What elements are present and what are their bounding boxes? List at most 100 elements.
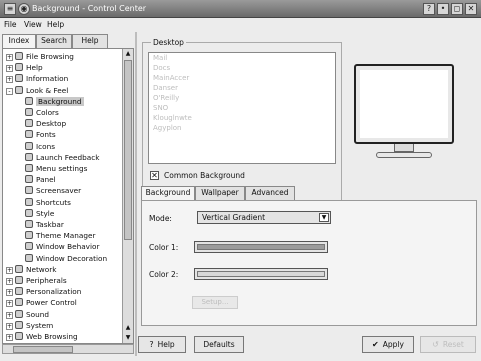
tree-item-label: Fonts bbox=[36, 130, 56, 140]
tab-help[interactable]: Help bbox=[72, 34, 108, 48]
expand-icon[interactable]: + bbox=[6, 278, 13, 285]
close-icon[interactable]: ✕ bbox=[465, 3, 477, 15]
desktop-list-item[interactable]: SNO bbox=[149, 103, 335, 113]
tree-item-taskbar[interactable]: Taskbar bbox=[25, 219, 64, 230]
desktop-list[interactable]: Mail Docs MainAccer Danser O'Reilly SNO Klougl… bbox=[148, 52, 336, 164]
tree-item-menu-settings[interactable]: Menu settings bbox=[25, 163, 87, 174]
expand-icon[interactable]: + bbox=[6, 289, 13, 297]
minimize-icon[interactable]: • bbox=[437, 3, 449, 15]
desktop-list-item[interactable]: Docs bbox=[149, 63, 335, 73]
color1-button[interactable] bbox=[194, 241, 328, 253]
tree-item-window-decoration[interactable]: Window Decoration bbox=[25, 253, 107, 264]
tree-item-fonts[interactable]: Fonts bbox=[25, 129, 56, 140]
module-tree[interactable]: + Web Browsing + System + Sound + Power Control… bbox=[2, 48, 134, 344]
system-icon bbox=[15, 320, 23, 329]
tab-index[interactable]: Index bbox=[2, 34, 36, 49]
expand-icon[interactable]: + bbox=[6, 76, 13, 84]
splitter[interactable] bbox=[135, 32, 137, 356]
scroll-thumb[interactable] bbox=[13, 346, 73, 353]
tree-item-label: Look & Feel bbox=[26, 85, 69, 95]
tree-item-personalization[interactable]: + Personalization bbox=[6, 286, 81, 297]
tree-item-launch-feedback[interactable]: Launch Feedback bbox=[25, 152, 100, 163]
menu-view[interactable]: View bbox=[24, 20, 42, 29]
expand-icon[interactable]: + bbox=[6, 300, 13, 308]
expand-icon[interactable]: + bbox=[6, 322, 13, 330]
tab-wallpaper[interactable]: Wallpaper bbox=[195, 186, 245, 200]
common-background-label[interactable]: Common Background bbox=[164, 171, 245, 180]
tree-horizontal-scrollbar[interactable] bbox=[2, 344, 134, 354]
reset-button[interactable]: ↺ Reset bbox=[420, 336, 476, 353]
tab-background[interactable]: Background bbox=[141, 186, 195, 201]
tree-vertical-scrollbar[interactable]: ▲ ▲ ▼ bbox=[122, 49, 133, 343]
defaults-button[interactable]: Defaults bbox=[194, 336, 244, 353]
desktop-icon bbox=[25, 119, 33, 128]
help-icon: ? bbox=[149, 340, 154, 349]
tree-item-window-behavior[interactable]: Window Behavior bbox=[25, 241, 100, 252]
mode-select[interactable]: Vertical Gradient ▼ bbox=[197, 211, 331, 224]
tree-item-panel[interactable]: Panel bbox=[25, 174, 56, 185]
desktop-list-item[interactable]: O'Reilly bbox=[149, 93, 335, 103]
window-menu-icon[interactable]: ≡ bbox=[4, 3, 16, 15]
color2-button[interactable] bbox=[194, 268, 328, 280]
tree-item-power-control[interactable]: + Power Control bbox=[6, 297, 77, 308]
tree-item-file-browsing[interactable]: + File Browsing bbox=[6, 51, 74, 62]
tree-item-label: Desktop bbox=[36, 119, 67, 129]
tree-item-desktop[interactable]: Desktop bbox=[25, 118, 66, 129]
tree-item-style[interactable]: Style bbox=[25, 208, 54, 219]
tree-item-screensaver[interactable]: Screensaver bbox=[25, 185, 81, 196]
tab-search[interactable]: Search bbox=[36, 34, 72, 48]
tree-item-look-feel[interactable]: - Look & Feel bbox=[6, 85, 68, 96]
chevron-down-icon[interactable]: ▼ bbox=[319, 213, 329, 222]
tab-advanced[interactable]: Advanced bbox=[245, 186, 295, 200]
scroll-up-icon[interactable]: ▲ bbox=[123, 323, 133, 333]
tree-item-information[interactable]: + Information bbox=[6, 73, 68, 84]
expand-icon[interactable]: + bbox=[6, 266, 13, 274]
desktop-list-item[interactable]: Danser bbox=[149, 83, 335, 93]
tree-item-label: Icons bbox=[36, 141, 56, 151]
tree-item-background[interactable]: Background bbox=[25, 96, 84, 107]
expand-icon[interactable]: + bbox=[6, 54, 13, 61]
menu-settings-icon bbox=[25, 164, 33, 172]
help-button[interactable]: ? Help bbox=[138, 336, 186, 353]
tree-item-help[interactable]: + Help bbox=[6, 62, 43, 73]
tree-item-network[interactable]: + Network bbox=[6, 264, 56, 275]
desktop-list-item[interactable]: Mail bbox=[149, 53, 335, 63]
tree-item-system[interactable]: + System bbox=[6, 320, 53, 331]
tree-item-theme-manager[interactable]: Theme Manager bbox=[25, 230, 95, 241]
expand-icon[interactable]: + bbox=[6, 311, 13, 319]
desktop-list-item[interactable]: Agyplon bbox=[149, 123, 335, 133]
sticky-pin-icon[interactable]: ◉ bbox=[18, 3, 30, 15]
maximize-icon[interactable]: ◻ bbox=[451, 3, 463, 15]
common-background-checkbox[interactable]: ✕ bbox=[150, 171, 159, 180]
shortcuts-icon bbox=[25, 197, 33, 206]
tree-item-icons[interactable]: Icons bbox=[25, 141, 55, 152]
mode-select-value: Vertical Gradient bbox=[202, 213, 266, 222]
color2-swatch bbox=[197, 271, 325, 277]
apply-button[interactable]: ✔ Apply bbox=[362, 336, 414, 353]
menu-help[interactable]: Help bbox=[47, 20, 64, 29]
expand-icon[interactable]: + bbox=[6, 65, 13, 73]
tree-item-sound[interactable]: + Sound bbox=[6, 309, 49, 320]
module-content: Desktop Mail Docs MainAccer Danser O'Reilly S… bbox=[138, 32, 479, 332]
reset-icon: ↺ bbox=[432, 340, 439, 349]
scroll-thumb[interactable] bbox=[124, 60, 132, 240]
tree-item-peripherals[interactable]: + Peripherals bbox=[6, 275, 67, 286]
tree-item-web-browsing[interactable]: + Web Browsing bbox=[6, 331, 78, 342]
desktop-list-item[interactable]: Klouglnwte bbox=[149, 113, 335, 123]
tree-item-colors[interactable]: Colors bbox=[25, 107, 59, 118]
expand-icon[interactable]: + bbox=[6, 334, 13, 341]
collapse-icon[interactable]: - bbox=[6, 87, 13, 95]
peripherals-icon bbox=[15, 276, 23, 284]
tree-item-label: File Browsing bbox=[26, 52, 74, 61]
menu-file[interactable]: File bbox=[4, 20, 17, 29]
tree-item-shortcuts[interactable]: Shortcuts bbox=[25, 197, 71, 208]
scroll-down-icon[interactable]: ▼ bbox=[123, 333, 133, 343]
tree-item-label: Information bbox=[26, 74, 69, 84]
checkmark-icon: ✔ bbox=[372, 340, 379, 349]
setup-button[interactable]: Setup... bbox=[192, 296, 238, 309]
context-help-icon[interactable]: ? bbox=[423, 3, 435, 15]
scroll-up-icon[interactable]: ▲ bbox=[123, 49, 133, 59]
tree-item-label: Launch Feedback bbox=[36, 152, 100, 162]
tree-item-label: Help bbox=[26, 63, 43, 73]
desktop-list-item[interactable]: MainAccer bbox=[149, 73, 335, 83]
